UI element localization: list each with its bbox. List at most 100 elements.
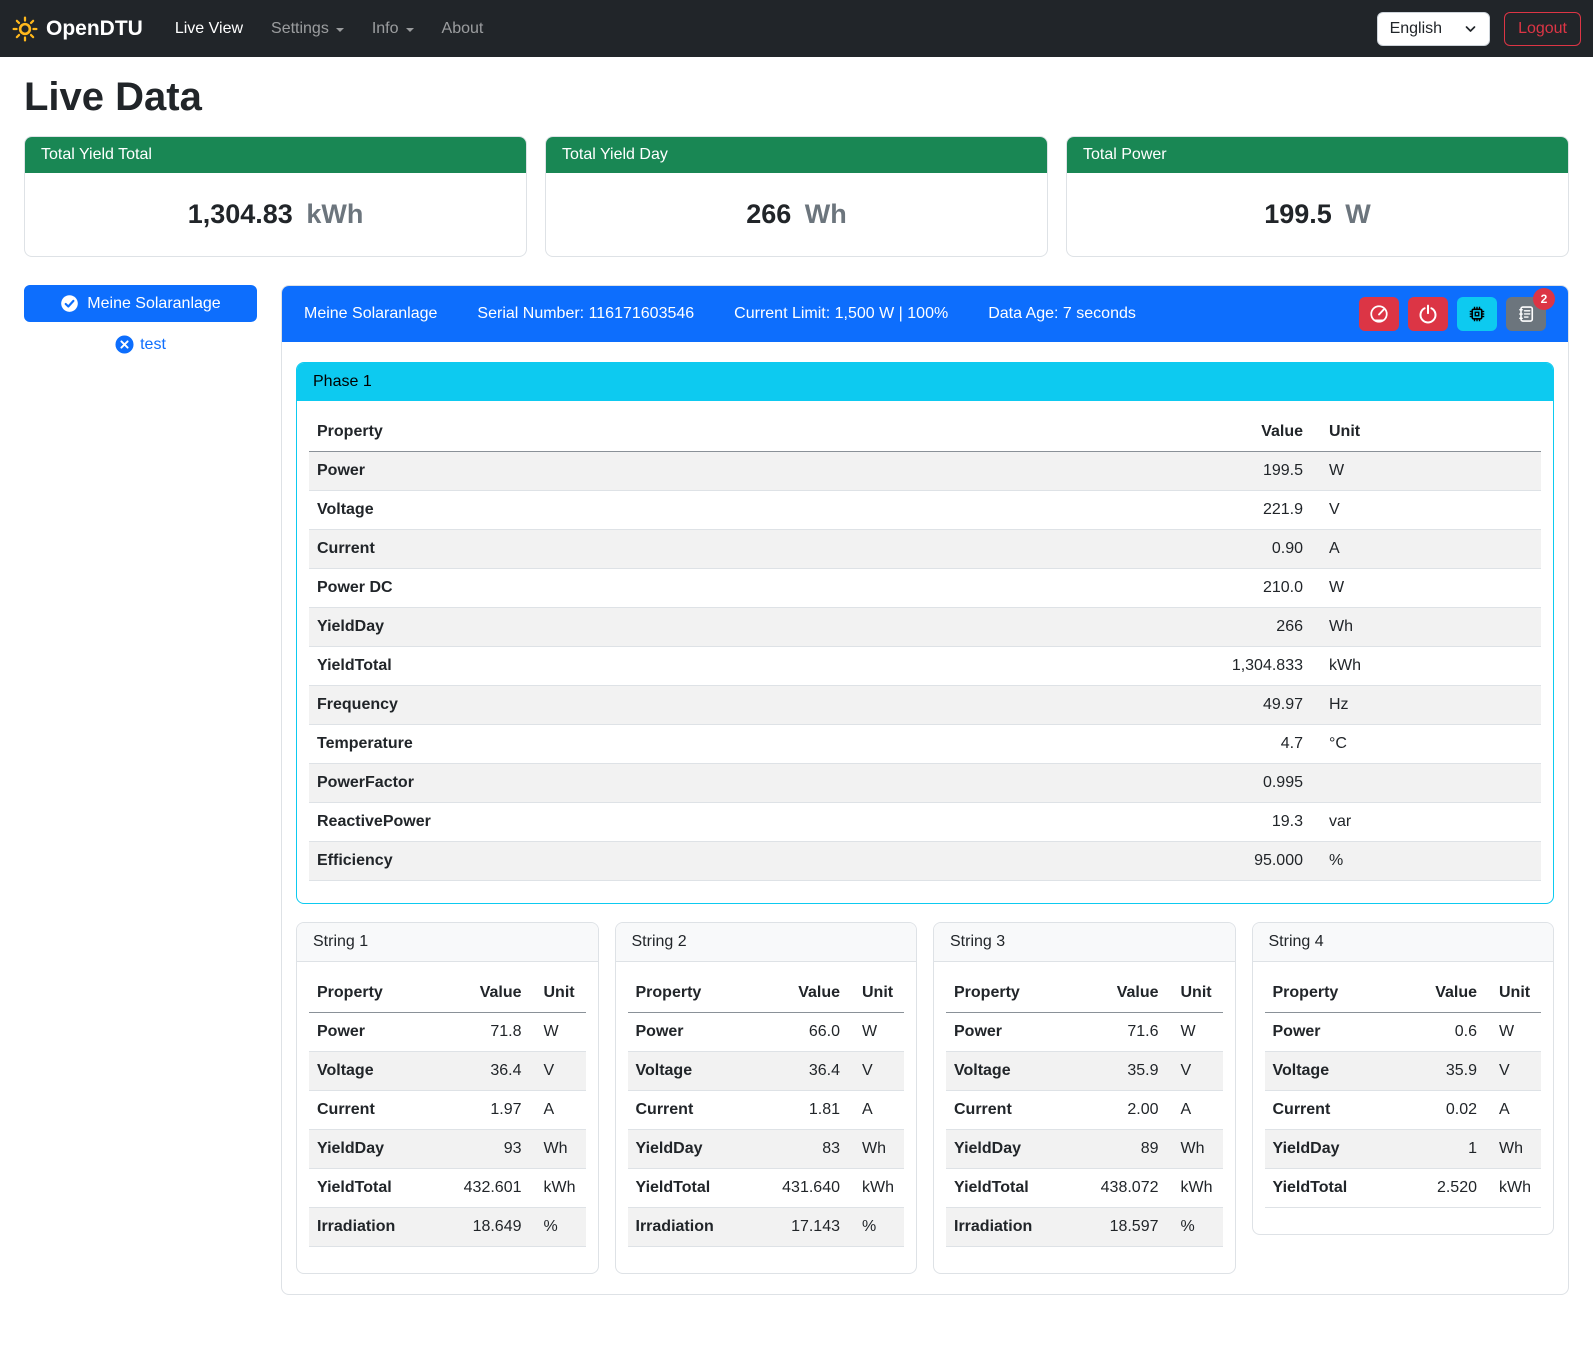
table-cell: Current (628, 1091, 752, 1130)
nav-item-info[interactable]: Info (358, 12, 428, 46)
string-1-table: Property Value Unit Power71.8WVoltage36.… (309, 974, 586, 1247)
table-cell: Wh (530, 1130, 586, 1169)
nav-item-about[interactable]: About (428, 12, 498, 46)
sun-icon (12, 16, 38, 42)
table-cell: V (1167, 1052, 1223, 1091)
total-yield-day-card: Total Yield Day 266 Wh (545, 136, 1048, 257)
string-2-card: String 2 Property Value Unit (615, 922, 918, 1274)
phase-1-card: Phase 1 Property Value Unit Power199.5WV… (296, 362, 1554, 904)
column-header: Unit (1167, 974, 1223, 1013)
power-button[interactable] (1408, 297, 1448, 331)
current-limit: Current Limit: 1,500 W | 100% (734, 305, 948, 323)
table-cell: Current (946, 1091, 1070, 1130)
sidebar-item-label: test (140, 336, 166, 354)
table-row: YieldDay83Wh (628, 1130, 905, 1169)
table-cell: 4.7 (908, 725, 1311, 764)
table-cell: Frequency (309, 686, 908, 725)
table-cell: 1.81 (751, 1091, 848, 1130)
table-header-row: Property Value Unit (309, 413, 1541, 452)
column-header: Property (628, 974, 752, 1013)
table-row: YieldDay1Wh (1265, 1130, 1542, 1169)
table-cell: YieldDay (628, 1130, 752, 1169)
phase-table: Property Value Unit Power199.5WVoltage22… (309, 413, 1541, 881)
table-cell: 432.601 (433, 1169, 530, 1208)
nav-item-settings[interactable]: Settings (257, 12, 358, 46)
table-row: Current0.02A (1265, 1091, 1542, 1130)
table-header-row: Property Value Unit (628, 974, 905, 1013)
table-cell: YieldDay (1265, 1130, 1400, 1169)
brand-label: OpenDTU (46, 17, 143, 41)
string-1-card: String 1 Property Value Unit (296, 922, 599, 1274)
table-row: Efficiency95.000% (309, 842, 1541, 881)
table-row: YieldDay89Wh (946, 1130, 1223, 1169)
table-cell: 66.0 (751, 1013, 848, 1052)
table-cell: ReactivePower (309, 803, 908, 842)
table-cell: Voltage (946, 1052, 1070, 1091)
inverter-panel: Meine Solaranlage Serial Number: 1161716… (281, 285, 1569, 1295)
table-cell: Power (309, 1013, 433, 1052)
table-cell: var (1311, 803, 1541, 842)
sidebar-item-test[interactable]: test (24, 335, 257, 354)
table-cell: A (1485, 1091, 1541, 1130)
device-info-button[interactable] (1457, 297, 1497, 331)
table-cell: A (848, 1091, 904, 1130)
sidebar-item-label: Meine Solaranlage (87, 295, 220, 313)
table-cell: Wh (1485, 1130, 1541, 1169)
logout-button[interactable]: Logout (1504, 12, 1581, 46)
table-row: YieldTotal2.520kWh (1265, 1169, 1542, 1208)
sidebar-item-meine-solaranlage[interactable]: Meine Solaranlage (24, 285, 257, 322)
table-row: Current2.00A (946, 1091, 1223, 1130)
table-cell: YieldTotal (1265, 1169, 1400, 1208)
data-age: Data Age: 7 seconds (988, 305, 1136, 323)
table-row: YieldTotal431.640kWh (628, 1169, 905, 1208)
table-cell (1311, 764, 1541, 803)
event-count-badge: 2 (1533, 288, 1555, 310)
table-cell: A (1311, 530, 1541, 569)
string-title: String 4 (1253, 923, 1554, 962)
string-2-table: Property Value Unit Power66.0WVoltage36.… (628, 974, 905, 1247)
table-cell: Power (309, 452, 908, 491)
table-cell: 71.8 (433, 1013, 530, 1052)
table-cell: 17.143 (751, 1208, 848, 1247)
table-cell: 266 (908, 608, 1311, 647)
table-cell: Voltage (309, 491, 908, 530)
table-row: YieldDay93Wh (309, 1130, 586, 1169)
total-yield-total-card: Total Yield Total 1,304.83 kWh (24, 136, 527, 257)
card-title: Total Power (1067, 137, 1568, 173)
table-cell: PowerFactor (309, 764, 908, 803)
table-cell: YieldDay (309, 608, 908, 647)
x-circle-icon (115, 335, 134, 354)
language-select[interactable]: English (1377, 12, 1490, 46)
top-navbar: OpenDTU Live View Settings Info About En… (0, 0, 1593, 57)
nav-item-live-view[interactable]: Live View (161, 12, 257, 46)
table-cell: YieldTotal (309, 647, 908, 686)
column-header: Value (751, 974, 848, 1013)
card-value: 1,304.83 (188, 199, 293, 229)
table-row: Voltage36.4V (628, 1052, 905, 1091)
table-cell: % (848, 1208, 904, 1247)
limit-settings-button[interactable] (1359, 297, 1399, 331)
table-cell: 0.90 (908, 530, 1311, 569)
table-row: Current1.81A (628, 1091, 905, 1130)
table-row: Irradiation18.649% (309, 1208, 586, 1247)
table-cell: Wh (1167, 1130, 1223, 1169)
inverter-panel-header: Meine Solaranlage Serial Number: 1161716… (282, 286, 1568, 342)
table-cell: 2.520 (1399, 1169, 1485, 1208)
table-cell: 0.02 (1399, 1091, 1485, 1130)
table-cell: Power (1265, 1013, 1400, 1052)
table-cell: Voltage (628, 1052, 752, 1091)
table-cell: Power (946, 1013, 1070, 1052)
table-row: YieldTotal438.072kWh (946, 1169, 1223, 1208)
table-cell: 89 (1070, 1130, 1167, 1169)
table-row: Voltage36.4V (309, 1052, 586, 1091)
table-row: YieldTotal1,304.833kWh (309, 647, 1541, 686)
brand[interactable]: OpenDTU (12, 16, 143, 42)
string-4-table: Property Value Unit Power0.6WVoltage35.9… (1265, 974, 1542, 1208)
table-cell: W (1167, 1013, 1223, 1052)
table-row: Irradiation18.597% (946, 1208, 1223, 1247)
table-row: Current1.97A (309, 1091, 586, 1130)
event-log-button[interactable]: 2 (1506, 297, 1546, 331)
table-cell: % (1311, 842, 1541, 881)
table-header-row: Property Value Unit (309, 974, 586, 1013)
table-cell: W (848, 1013, 904, 1052)
